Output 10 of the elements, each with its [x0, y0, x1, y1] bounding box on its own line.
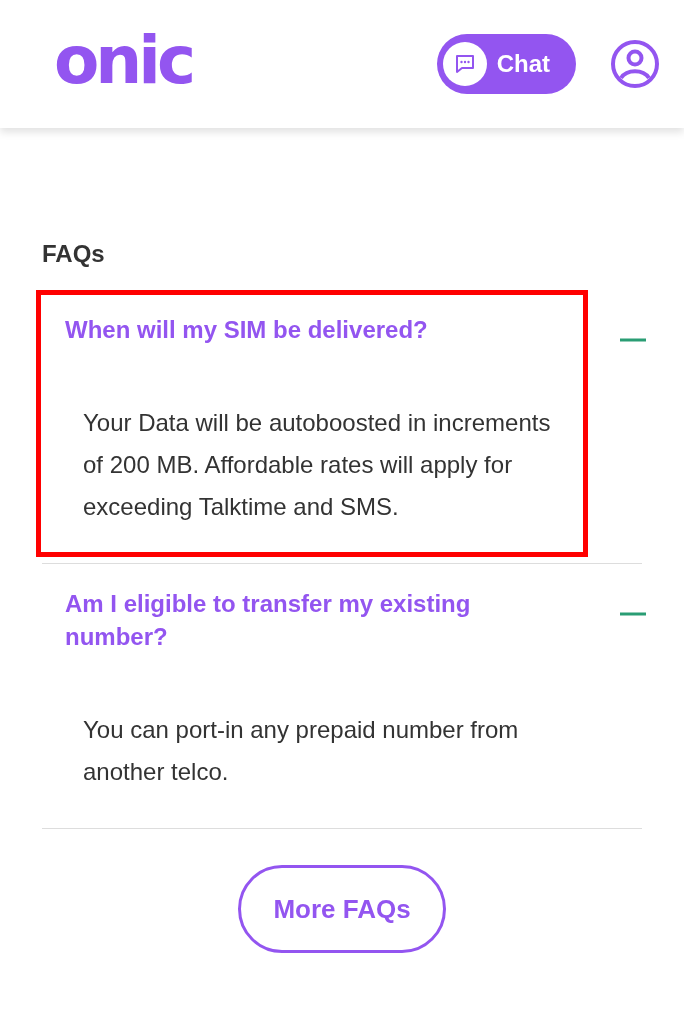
section-title: FAQs — [42, 240, 106, 268]
chat-button[interactable]: Chat — [436, 34, 576, 94]
faq-answer: Your Data will be autoboosted in increments of 200 MB. Affordable rates will apply for exceeding Talktime and SMS. — [83, 408, 552, 522]
faq-question[interactable]: When will my SIM be delivered? — [65, 313, 565, 346]
logo: onic — [54, 28, 194, 94]
more-faqs-button[interactable]: More FAQs — [238, 865, 446, 953]
profile-icon[interactable] — [610, 39, 660, 89]
faq-question[interactable]: Am I eligible to transfer my existing number? — [65, 587, 565, 653]
chat-bubble-icon — [453, 53, 476, 75]
faq-answer: You can port-in any prepaid number from another telco. — [83, 715, 520, 787]
